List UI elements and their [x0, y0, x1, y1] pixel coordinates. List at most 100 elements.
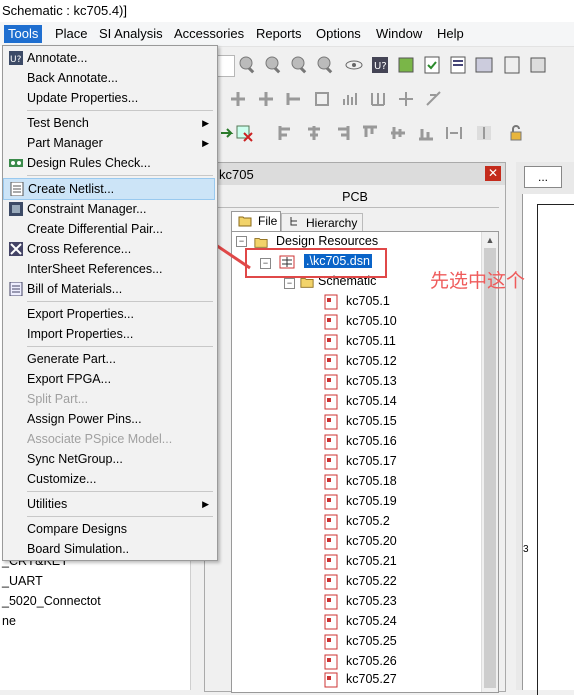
- tree-node-page[interactable]: kc705.1: [324, 292, 390, 310]
- menu-item-board-simulation[interactable]: Board Simulation..: [3, 539, 215, 559]
- tree-node-page[interactable]: kc705.25: [324, 632, 397, 650]
- place-power-icon[interactable]: [340, 89, 360, 109]
- tree-node-page[interactable]: kc705.2: [324, 512, 390, 530]
- back-annotate-toolbar-icon[interactable]: [396, 55, 416, 75]
- netlist-toolbar-icon[interactable]: [448, 55, 468, 75]
- menu-tools[interactable]: Tools: [4, 25, 43, 43]
- tree-node-page[interactable]: kc705.11: [324, 332, 396, 350]
- zoom-out-icon[interactable]: [264, 55, 284, 75]
- menu-item-import-properties[interactable]: Import Properties...: [3, 324, 215, 344]
- align-right-icon[interactable]: [332, 123, 352, 143]
- menu-item-back-annotate[interactable]: Back Annotate...: [3, 68, 215, 88]
- tree-node-page[interactable]: kc705.19: [324, 492, 397, 510]
- constraint-toolbar-icon[interactable]: [474, 55, 494, 75]
- tree-node-page[interactable]: kc705.18: [324, 472, 397, 490]
- tree-node-page[interactable]: kc705.14: [324, 392, 397, 410]
- menu-item-split-part: Split Part...: [27, 392, 89, 406]
- menu-options[interactable]: Options: [312, 25, 365, 43]
- lock-icon[interactable]: [506, 123, 526, 143]
- align-left-icon[interactable]: [276, 123, 296, 143]
- tree-node-page[interactable]: kc705.17: [324, 452, 397, 470]
- place-no-connect-icon[interactable]: [424, 89, 444, 109]
- zoom-area-icon[interactable]: [290, 55, 310, 75]
- zoom-in-icon[interactable]: [238, 55, 258, 75]
- delete-grid-icon[interactable]: [234, 123, 254, 143]
- menu-item-test-bench[interactable]: Test Bench ▶: [3, 113, 215, 133]
- align-top-icon[interactable]: [360, 123, 380, 143]
- tree-node-page[interactable]: kc705.21: [324, 552, 397, 570]
- tree-node-page[interactable]: kc705.13: [324, 372, 397, 390]
- menu-item-cross-reference[interactable]: Cross Reference...: [3, 239, 215, 259]
- scrollbar-thumb[interactable]: [484, 248, 496, 688]
- menu-item-compare-designs[interactable]: Compare Designs: [3, 519, 215, 539]
- menu-item-sync-netgroup[interactable]: Sync NetGroup...: [3, 449, 215, 469]
- zoom-all-icon[interactable]: [316, 55, 336, 75]
- tree-node-page[interactable]: kc705.12: [324, 352, 397, 370]
- left-tree-item[interactable]: ne: [2, 614, 16, 628]
- pcb-tab[interactable]: PCB: [211, 187, 499, 208]
- menu-accessories[interactable]: Accessories: [170, 25, 248, 43]
- menu-item-export-properties[interactable]: Export Properties...: [3, 304, 215, 324]
- tree-node-page[interactable]: kc705.20: [324, 532, 397, 550]
- tree-node-page[interactable]: kc705.24: [324, 612, 397, 630]
- menu-item-export-fpga[interactable]: Export FPGA...: [3, 369, 215, 389]
- menu-item-part-manager[interactable]: Part Manager ▶: [3, 133, 215, 153]
- menu-help[interactable]: Help: [433, 25, 468, 43]
- scroll-up-icon[interactable]: ▲: [482, 232, 498, 248]
- menu-place[interactable]: Place: [51, 25, 92, 43]
- schematic-canvas[interactable]: 3: [522, 194, 574, 695]
- menu-reports[interactable]: Reports: [252, 25, 306, 43]
- distribute-vertical-icon[interactable]: [474, 123, 494, 143]
- align-bottom-icon[interactable]: [416, 123, 436, 143]
- tab-hierarchy[interactable]: Hierarchy: [281, 213, 363, 232]
- place-net-alias-icon[interactable]: [312, 89, 332, 109]
- menu-separator: [27, 301, 213, 302]
- menu-item-intersheet-references[interactable]: InterSheet References...: [3, 259, 215, 279]
- tree-node-page[interactable]: kc705.26: [324, 652, 397, 670]
- tree-node-page[interactable]: kc705.27: [324, 670, 397, 688]
- menu-item-assign-power-pins[interactable]: Assign Power Pins...: [3, 409, 215, 429]
- place-wire-icon[interactable]: [256, 89, 276, 109]
- tree-node-page[interactable]: kc705.16: [324, 432, 397, 450]
- bom-toolbar-icon[interactable]: [502, 55, 522, 75]
- annotate-toolbar-icon[interactable]: U?: [370, 55, 390, 75]
- document-tab[interactable]: ...: [524, 166, 562, 188]
- tree-node-page[interactable]: kc705.10: [324, 312, 397, 330]
- drc-toolbar-icon[interactable]: [422, 55, 442, 75]
- distribute-horizontal-icon[interactable]: [444, 123, 464, 143]
- tab-file[interactable]: File: [231, 211, 281, 232]
- submenu-arrow-icon: ▶: [202, 499, 209, 509]
- close-icon[interactable]: ✕: [485, 166, 501, 181]
- bom-icon: [9, 282, 23, 296]
- tree-node-page[interactable]: kc705.15: [324, 412, 397, 430]
- place-bus-icon[interactable]: [284, 89, 304, 109]
- view-eye-icon[interactable]: [344, 55, 364, 75]
- expand-collapse-toggle[interactable]: −: [236, 236, 247, 247]
- tree-node-page[interactable]: kc705.23: [324, 592, 397, 610]
- menu-item-annotate[interactable]: U? Annotate...: [3, 48, 215, 68]
- misc-toolbar-icon[interactable]: [528, 55, 548, 75]
- menu-item-generate-part[interactable]: Generate Part...: [3, 349, 215, 369]
- menu-item-create-netlist[interactable]: Create Netlist...: [3, 178, 215, 200]
- menu-item-design-rules-check[interactable]: Design Rules Check...: [3, 153, 215, 173]
- menu-item-update-properties[interactable]: Update Properties...: [3, 88, 215, 108]
- menu-item-utilities[interactable]: Utilities ▶: [3, 494, 215, 514]
- tree-scrollbar[interactable]: ▲: [481, 232, 498, 692]
- left-tree-item[interactable]: _UART: [2, 574, 43, 588]
- menu-window[interactable]: Window: [372, 25, 426, 43]
- page-label: kc705.11: [346, 334, 396, 348]
- align-middle-icon[interactable]: [388, 123, 408, 143]
- menu-si-analysis[interactable]: SI Analysis: [95, 25, 167, 43]
- menu-item-create-differential-pair[interactable]: Create Differential Pair...: [3, 219, 215, 239]
- place-part-icon[interactable]: [228, 89, 248, 109]
- place-ground-icon[interactable]: [368, 89, 388, 109]
- menu-item-constraint-manager[interactable]: Constraint Manager...: [3, 199, 215, 219]
- toolbar-combo-dropdown[interactable]: [218, 55, 235, 77]
- left-tree-item[interactable]: _5020_Connectot: [2, 594, 101, 608]
- menu-item-bill-of-materials[interactable]: Bill of Materials...: [3, 279, 215, 299]
- menu-item-customize[interactable]: Customize...: [3, 469, 215, 489]
- expand-collapse-toggle[interactable]: −: [284, 278, 295, 289]
- align-center-icon[interactable]: [304, 123, 324, 143]
- place-junction-icon[interactable]: [396, 89, 416, 109]
- tree-node-page[interactable]: kc705.22: [324, 572, 397, 590]
